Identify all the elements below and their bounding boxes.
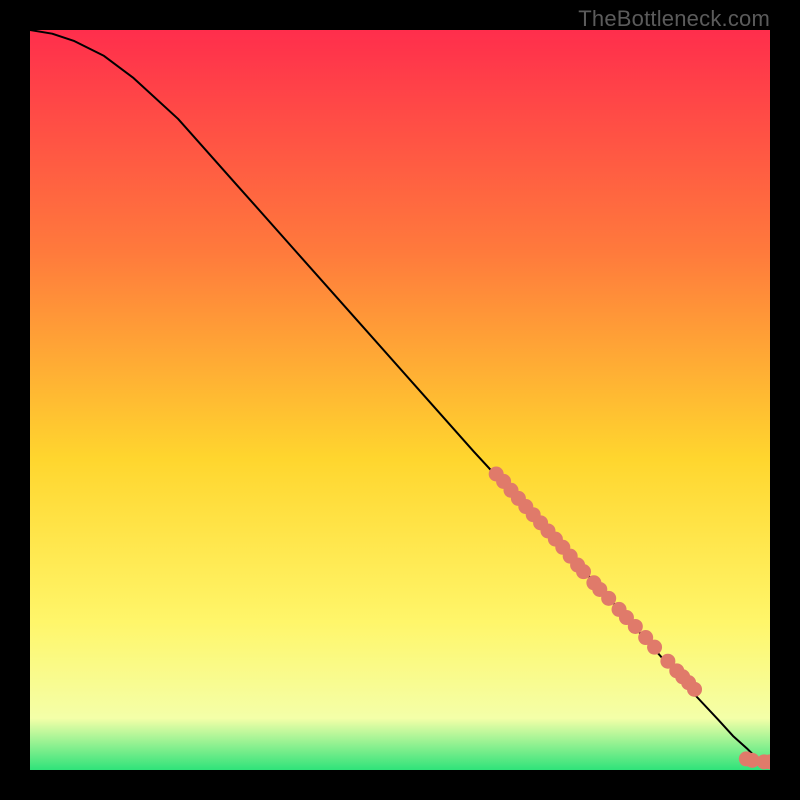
plot-area bbox=[30, 30, 770, 770]
data-point bbox=[687, 682, 702, 697]
watermark-text: TheBottleneck.com bbox=[578, 6, 770, 32]
data-point bbox=[628, 619, 643, 634]
gradient-chart bbox=[30, 30, 770, 770]
data-point bbox=[647, 640, 662, 655]
chart-frame: TheBottleneck.com bbox=[0, 0, 800, 800]
data-point bbox=[601, 591, 616, 606]
data-point bbox=[576, 564, 591, 579]
gradient-background bbox=[30, 30, 770, 770]
